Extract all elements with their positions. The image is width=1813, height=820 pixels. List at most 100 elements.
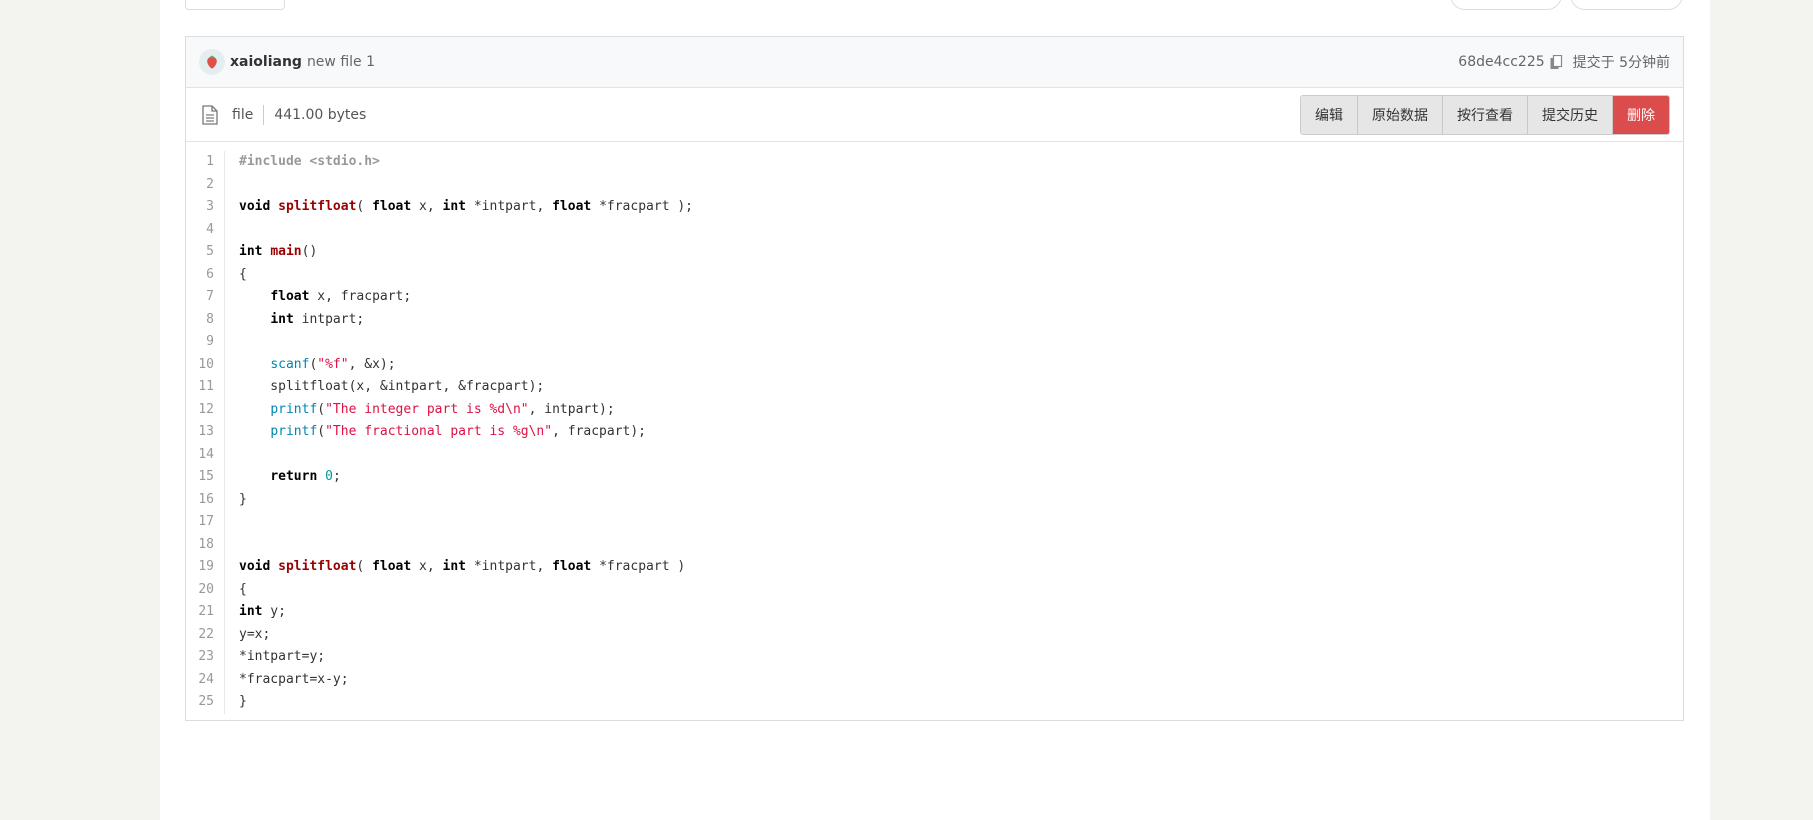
line-source: int y; <box>239 604 286 619</box>
branch-select[interactable] <box>185 0 285 10</box>
file-info-bar: file 441.00 bytes 编辑 原始数据 按行查看 提交历史 删除 <box>186 88 1683 142</box>
line-number[interactable]: 2 <box>186 173 225 196</box>
line-source: printf("The integer part is %d\n", intpa… <box>270 401 615 417</box>
line-source: *intpart=y; <box>239 649 326 664</box>
line-source: y=x; <box>239 626 271 642</box>
code-line: 19 void splitfloat( float x, int *intpart… <box>186 556 1683 579</box>
line-source <box>225 331 239 354</box>
line-source <box>225 219 239 242</box>
code-line: 11 splitfloat(x, &intpart, &fracpart); <box>186 376 1683 399</box>
line-source <box>225 534 239 557</box>
line-number[interactable]: 6 <box>186 263 225 286</box>
line-number[interactable]: 18 <box>186 533 225 556</box>
line-number[interactable]: 13 <box>186 421 225 444</box>
commit-sha[interactable]: 68de4cc225 <box>1458 54 1544 70</box>
line-source <box>225 511 239 534</box>
line-number[interactable]: 9 <box>186 331 225 354</box>
top-toolbar <box>160 0 1710 12</box>
file-icon <box>202 104 218 125</box>
line-source: scanf("%f", &x); <box>270 356 396 372</box>
line-number[interactable]: 22 <box>186 623 225 646</box>
delete-button[interactable]: 删除 <box>1613 95 1669 134</box>
code-line: 24 *fracpart=x-y; <box>186 668 1683 691</box>
line-source: float x, fracpart; <box>270 289 412 304</box>
line-number[interactable]: 15 <box>186 466 225 489</box>
line-number[interactable]: 5 <box>186 241 225 264</box>
avatar[interactable] <box>199 49 225 75</box>
line-number[interactable]: 21 <box>186 601 225 624</box>
line-number[interactable]: 14 <box>186 443 225 466</box>
line-source: return 0; <box>270 469 341 484</box>
line-number[interactable]: 23 <box>186 646 225 669</box>
file-size: 441.00 bytes <box>274 106 367 123</box>
divider <box>263 104 265 125</box>
code-line: 8 int intpart; <box>186 308 1683 331</box>
line-number[interactable]: 17 <box>186 511 225 534</box>
code-line: 10 scanf("%f", &x); <box>186 353 1683 376</box>
code-line: 15 return 0; <box>186 466 1683 489</box>
raw-button[interactable]: 原始数据 <box>1358 95 1443 134</box>
code-line: 13 printf("The fractional part is %g\n",… <box>186 421 1683 444</box>
line-source: } <box>239 694 247 709</box>
line-source <box>225 444 239 467</box>
line-source: *fracpart=x-y; <box>239 671 349 687</box>
top-history-button[interactable] <box>1570 0 1683 10</box>
line-number[interactable]: 11 <box>186 376 225 399</box>
line-source: } <box>239 491 247 507</box>
commit-author[interactable]: xaioliang <box>230 54 302 70</box>
line-number[interactable]: 20 <box>186 578 225 601</box>
commit-time: 提交于 5分钟前 <box>1572 55 1670 71</box>
find-file-button[interactable] <box>1450 0 1562 10</box>
code-line: 12 printf("The integer part is %d\n", in… <box>186 398 1683 421</box>
commit-meta: 68de4cc225 提交于 5分钟前 <box>1458 52 1670 72</box>
code-line: 20 { <box>186 578 1683 601</box>
code-line: 14 <box>186 443 1683 467</box>
line-number[interactable]: 16 <box>186 488 225 511</box>
edit-button[interactable]: 编辑 <box>1301 95 1358 134</box>
line-number[interactable]: 3 <box>186 196 225 219</box>
line-source: { <box>239 581 247 597</box>
copy-icon[interactable] <box>1550 54 1563 70</box>
line-number[interactable]: 12 <box>186 398 225 421</box>
line-number[interactable]: 4 <box>186 218 225 241</box>
code-line: 21 int y; <box>186 601 1683 624</box>
code-line: 6{ <box>186 263 1683 286</box>
line-source: void splitfloat( float x, int *intpart, … <box>239 559 686 574</box>
code-line: 4 <box>186 218 1683 242</box>
history-button[interactable]: 提交历史 <box>1528 95 1613 134</box>
line-source: void splitfloat( float x, int *intpart, … <box>239 199 693 214</box>
avatar-strawberry-icon <box>207 55 217 69</box>
line-number[interactable]: 1 <box>186 151 225 174</box>
blame-button[interactable]: 按行查看 <box>1443 95 1528 134</box>
file-name: file <box>232 106 254 123</box>
line-source: printf("The fractional part is %g\n", fr… <box>270 424 647 439</box>
code-line: 7 float x, fracpart; <box>186 286 1683 309</box>
line-source: int main() <box>239 244 318 259</box>
line-number[interactable]: 8 <box>186 308 225 331</box>
page-container: xaioliang new file 1 68de4cc225 提交于 5分钟前 <box>160 0 1710 820</box>
commit-message[interactable]: new file 1 <box>307 54 375 70</box>
line-source <box>225 174 239 197</box>
line-number[interactable]: 25 <box>186 691 225 714</box>
line-number[interactable]: 19 <box>186 556 225 579</box>
file-actions: 编辑 原始数据 按行查看 提交历史 删除 <box>1300 94 1670 135</box>
line-number[interactable]: 10 <box>186 353 225 376</box>
code-view: 1 #include <stdio.h> 2 3 void splitfloat( fl… <box>186 142 1683 714</box>
code-line: 2 <box>186 173 1683 197</box>
code-line: 9 <box>186 331 1683 354</box>
line-source: { <box>239 266 247 282</box>
code-line: 25} <box>186 691 1683 714</box>
code-line: 23 *intpart=y; <box>186 646 1683 669</box>
code-line: 22 y=x; <box>186 623 1683 646</box>
line-number[interactable]: 7 <box>186 286 225 309</box>
code-line: 1 #include <stdio.h> <box>186 151 1683 174</box>
line-number[interactable]: 24 <box>186 668 225 691</box>
line-source: int intpart; <box>270 311 365 327</box>
breadcrumb[interactable] <box>300 0 370 6</box>
code-line: 16} <box>186 488 1683 511</box>
line-source: #include <stdio.h> <box>239 154 380 169</box>
line-source: splitfloat(x, &intpart, &fracpart); <box>239 379 545 394</box>
file-viewer: xaioliang new file 1 68de4cc225 提交于 5分钟前 <box>185 36 1684 721</box>
code-line: 3 void splitfloat( float x, int *intpart,… <box>186 196 1683 219</box>
code-line: 18 <box>186 533 1683 557</box>
